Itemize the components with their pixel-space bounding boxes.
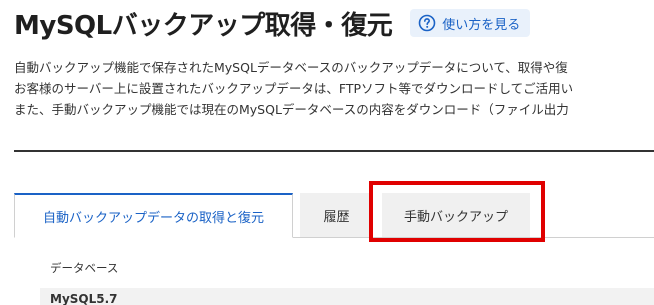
description: 自動バックアップ機能で保存されたMySQLデータベースのバックアップデータについ… [14,57,654,120]
description-line: お客様のサーバー上に設置されたバックアップデータは、FTPソフト等でダウンロード… [14,81,574,96]
page-title: MySQLバックアップ取得・復元 [14,10,393,41]
help-button-label: 使い方を見る [442,17,521,33]
section-divider [14,150,654,152]
tab-label: 履歴 [323,209,350,225]
description-line: また、手動バックアップ機能では現在のMySQLデータベースの内容をダウンロード（… [14,102,569,117]
tab-manual-backup[interactable]: 手動バックアップ [382,193,530,237]
tab-label: 手動バックアップ [403,209,508,225]
tab-label: 自動バックアップデータの取得と復元 [42,210,264,226]
database-column-label: データベース [50,261,119,275]
page: MySQLバックアップ取得・復元 使い方を見る 自動バックアップ機能で保存された… [0,0,654,305]
help-button[interactable]: 使い方を見る [410,9,531,37]
tab-auto-backup[interactable]: 自動バックアップデータの取得と復元 [14,193,293,238]
tab-history[interactable]: 履歴 [300,193,373,237]
description-line: 自動バックアップ機能で保存されたMySQLデータベースのバックアップデータについ… [14,60,568,75]
database-name: MySQL5.7 [50,292,118,305]
table-row: MySQL5.7 [40,288,654,305]
title-row: MySQLバックアップ取得・復元 使い方を見る [14,6,531,41]
question-circle-icon [418,14,436,32]
